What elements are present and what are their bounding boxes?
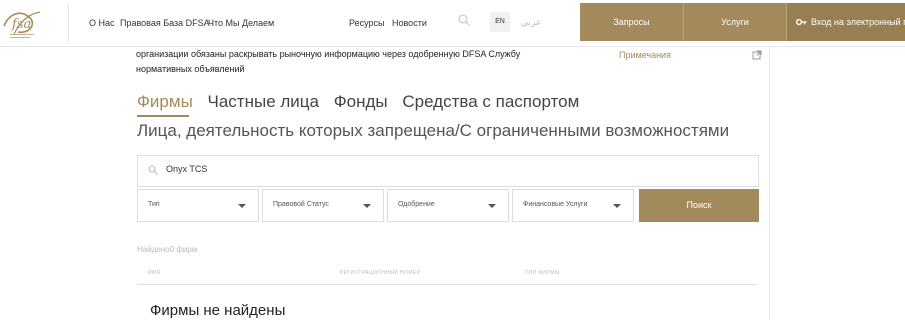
search-icon: [148, 165, 158, 175]
column-header-firm-type: ТИП ФИРМЫ: [525, 270, 560, 276]
dfsa-logo[interactable]: fsa: [0, 4, 44, 42]
table-divider: [137, 284, 757, 285]
chevron-down-icon: [238, 204, 246, 208]
chevron-down-icon: [488, 204, 496, 208]
key-icon: [796, 18, 807, 26]
chevron-down-icon: [363, 204, 371, 208]
filter-type-label: Тип: [148, 201, 160, 208]
tab-individuals[interactable]: Частные лица: [208, 92, 319, 112]
notes-link[interactable]: Примечания: [619, 50, 671, 60]
nav-about[interactable]: О Нас: [89, 18, 115, 28]
language-ar-button[interactable]: عربي: [521, 17, 541, 28]
svg-text:fsa: fsa: [11, 17, 31, 32]
nav-what-we-do[interactable]: Что Мы Делаем: [208, 18, 274, 28]
tab-passported[interactable]: Средства с паспортом: [402, 92, 579, 112]
active-tab-indicator: [137, 115, 189, 117]
search-value: Onyx TCS: [166, 164, 208, 174]
search-input[interactable]: [137, 155, 759, 187]
filter-financial-services-label: Финансовые Услуги: [523, 201, 588, 208]
search-icon[interactable]: [458, 14, 470, 26]
filter-financial-services[interactable]: Финансовые Услуги: [512, 189, 634, 222]
category-tabs: Фирмы Частные лица Фонды Средства с пасп…: [137, 92, 589, 112]
content-edge: [769, 46, 770, 320]
nav-resources[interactable]: Ресурсы: [349, 18, 385, 28]
page-heading: Лица, деятельность которых запрещена/С о…: [137, 121, 730, 140]
chevron-down-icon: [613, 204, 621, 208]
external-link-icon[interactable]: [752, 50, 762, 60]
filter-legal-status-label: Правовой Статус: [273, 201, 329, 208]
filter-approval-label: Одобрение: [398, 201, 435, 208]
search-button[interactable]: Поиск: [639, 189, 759, 222]
tab-services[interactable]: Услуги: [684, 3, 786, 41]
intro-text: организации обязаны раскрывать рыночную …: [136, 49, 521, 74]
tab-inquiries[interactable]: Запросы: [580, 3, 683, 41]
nav-divider: [68, 4, 69, 42]
filter-legal-status[interactable]: Правовой Статус: [262, 189, 384, 222]
column-header-reg-number: РЕГИСТРАЦИОННЫЙ НОМЕР: [340, 270, 421, 276]
language-en-button[interactable]: EN: [490, 12, 510, 32]
login-portal-button[interactable]: Вход на электронный портал: [787, 3, 905, 41]
column-header-name: ИМЯ: [148, 270, 161, 276]
nav-news[interactable]: Новости: [392, 18, 427, 28]
tab-firms[interactable]: Фирмы: [137, 92, 193, 112]
filter-approval[interactable]: Одобрение: [387, 189, 509, 222]
nav-legal-base[interactable]: Правовая База DFSA: [120, 18, 210, 28]
tab-funds[interactable]: Фонды: [334, 92, 388, 112]
results-count: Найдено0 фирм: [137, 245, 198, 254]
filter-type[interactable]: Тип: [137, 189, 259, 222]
login-portal-label: Вход на электронный портал: [811, 17, 905, 27]
empty-results-message: Фирмы не найдены: [150, 302, 286, 319]
